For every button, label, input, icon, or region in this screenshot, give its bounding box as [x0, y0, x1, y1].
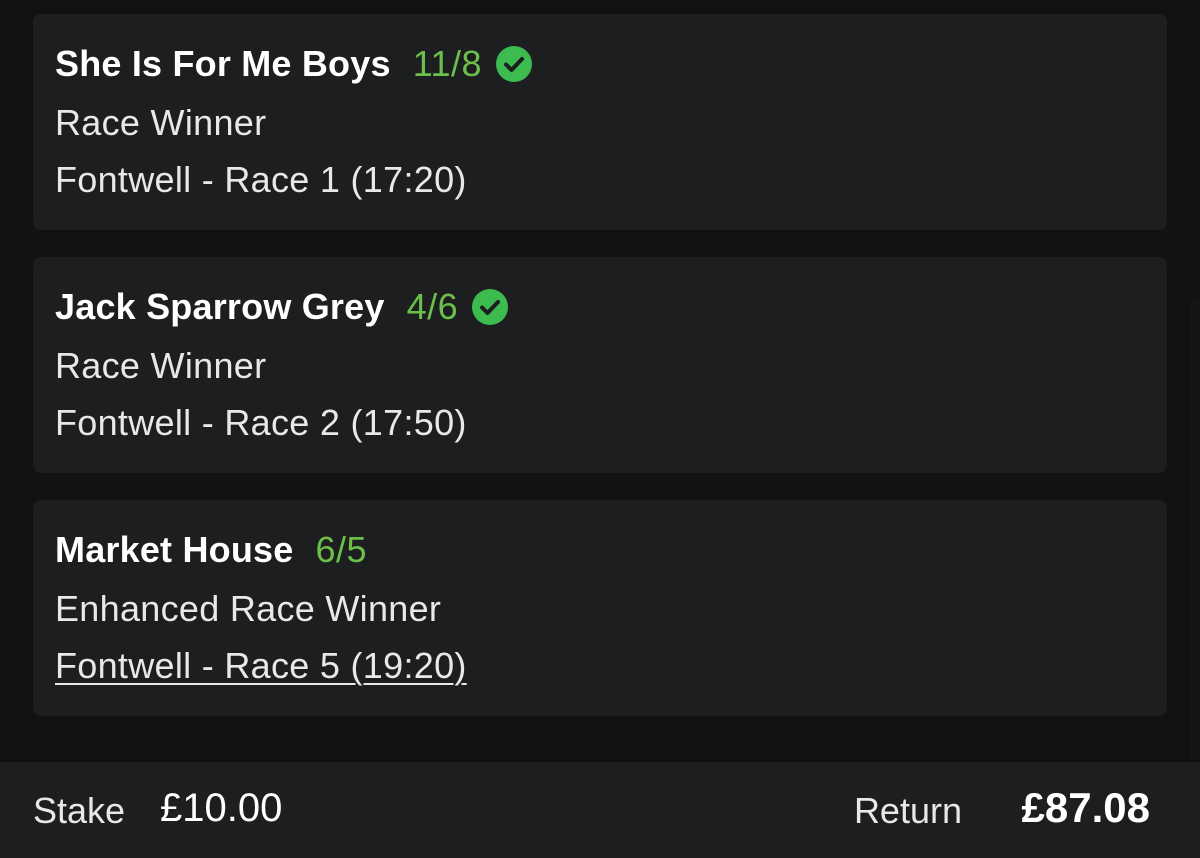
runner-name: Market House: [55, 529, 294, 570]
event-name: Fontwell - Race 2 (17:50): [55, 402, 467, 443]
selection-header: Market House 6/5: [55, 526, 367, 574]
event-link[interactable]: Fontwell - Race 5 (19:20): [55, 645, 467, 687]
return-label: Return: [853, 790, 962, 831]
selection-list: She Is For Me Boys 11/8 Race Winner Font…: [33, 14, 1167, 743]
runner-name: Jack Sparrow Grey: [55, 286, 385, 327]
odds-value: 11/8: [412, 43, 483, 84]
selection-header: Jack Sparrow Grey 4/6: [55, 283, 509, 331]
check-circle-icon: [472, 289, 509, 325]
bet-summary-footer: Stake £10.00 Return £87.08: [0, 762, 1200, 858]
odds-value: 4/6: [406, 286, 459, 327]
stake-value: £10.00: [160, 786, 283, 830]
selection-card: Market House 6/5 Enhanced Race Winner Fo…: [33, 500, 1167, 716]
selection-card: She Is For Me Boys 11/8 Race Winner Font…: [33, 14, 1167, 230]
scrollbar-track[interactable]: [1190, 300, 1200, 760]
stake-label: Stake: [33, 790, 126, 831]
market-name: Race Winner: [55, 345, 267, 386]
check-circle-icon: [496, 46, 533, 82]
selection-card: Jack Sparrow Grey 4/6 Race Winner Fontwe…: [33, 257, 1167, 473]
market-name: Enhanced Race Winner: [55, 588, 442, 629]
market-name: Race Winner: [55, 102, 267, 143]
selection-header: She Is For Me Boys 11/8: [55, 40, 533, 88]
odds-value: 6/5: [315, 529, 368, 570]
event-name: Fontwell - Race 1 (17:20): [55, 159, 467, 200]
runner-name: She Is For Me Boys: [55, 43, 391, 84]
bet-slip: She Is For Me Boys 11/8 Race Winner Font…: [0, 0, 1200, 858]
return-value: £87.08: [1021, 784, 1150, 831]
